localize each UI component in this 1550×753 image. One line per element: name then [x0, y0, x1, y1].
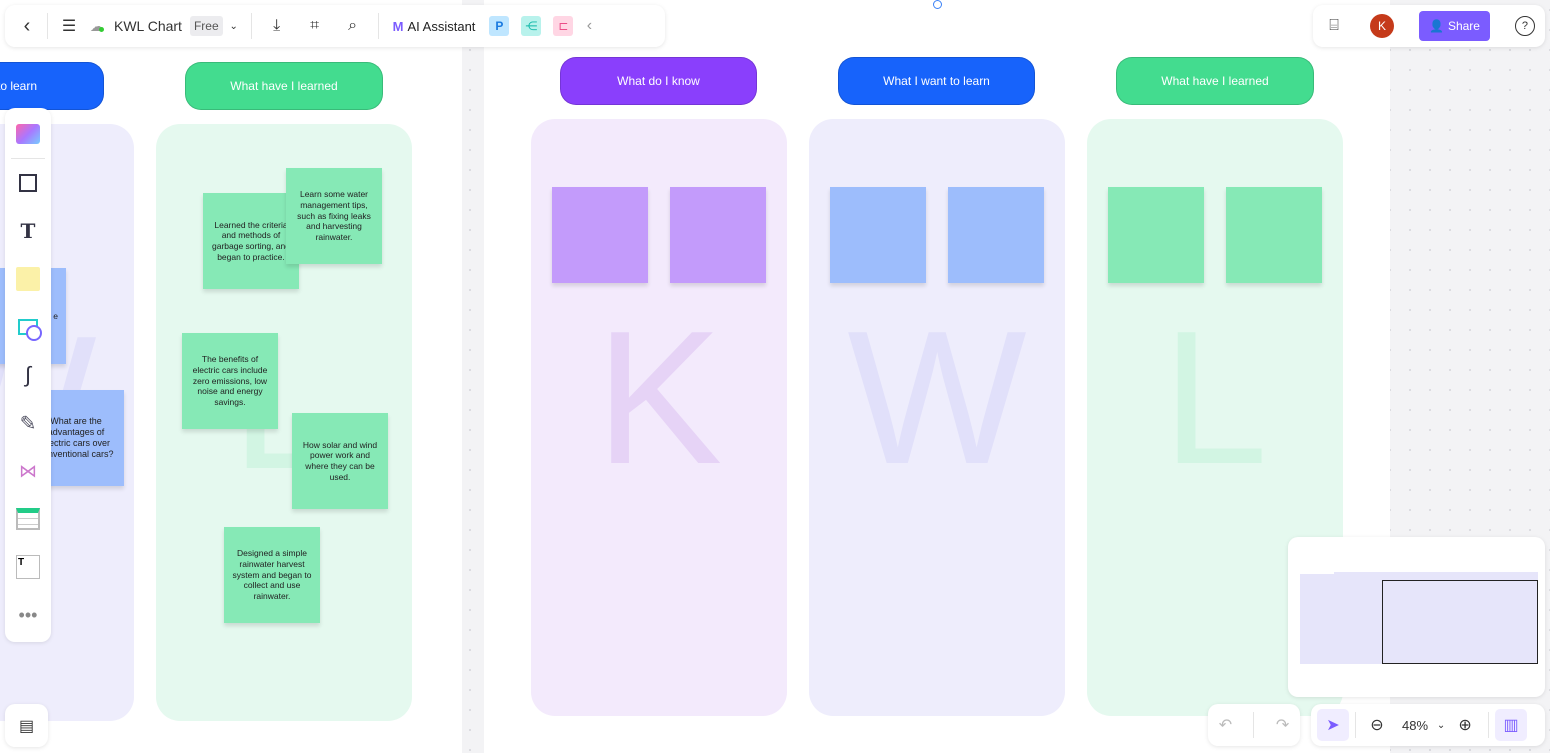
top-toolbar: ‹ ☰ ☁ KWL Chart Free ⌄ ⤓ ⌗ ⌕ M AI Assist…	[5, 5, 665, 47]
outline-button[interactable]: ▤	[5, 704, 48, 747]
connector-icon[interactable]: ∫	[13, 360, 43, 390]
shapes-icon[interactable]	[13, 312, 43, 342]
ai-logo-icon: M	[392, 18, 404, 34]
sticky-note[interactable]: How solar and wind power work and where …	[292, 413, 388, 509]
header-want[interactable]: What I want to learn	[838, 57, 1035, 105]
toolbox-icon[interactable]: ⌸	[1323, 17, 1345, 35]
p-app-icon[interactable]: P	[489, 16, 510, 36]
mindmap-icon[interactable]: ⋈	[13, 456, 43, 486]
history-controls: ↶ ↷	[1208, 704, 1300, 746]
redo-icon[interactable]: ↷	[1276, 715, 1289, 735]
frame-icon[interactable]	[13, 168, 43, 198]
templates-icon[interactable]	[13, 119, 43, 149]
zoom-out-icon[interactable]: ⊖	[1362, 715, 1392, 735]
header-learned[interactable]: What have I learned	[1116, 57, 1314, 105]
outline-icon: ▤	[18, 717, 35, 735]
letter-l: L	[1162, 292, 1268, 504]
sticky-note[interactable]	[830, 187, 926, 283]
cloud-icon: ☁	[90, 17, 104, 34]
sticky-note-icon[interactable]	[13, 264, 43, 294]
tag-icon[interactable]: ⌗	[296, 17, 334, 35]
ai-assistant-button[interactable]: M AI Assistant	[393, 19, 476, 34]
header-have-learned[interactable]: What have I learned	[185, 62, 383, 110]
sticky-note[interactable]	[552, 187, 648, 283]
sticky-note[interactable]	[670, 187, 766, 283]
sticky-note[interactable]	[1108, 187, 1204, 283]
pen-icon[interactable]: ✎	[13, 408, 43, 438]
zoom-level[interactable]: 48%	[1402, 718, 1428, 733]
sticky-note[interactable]: Learn some water management tips, such a…	[286, 168, 382, 264]
text-icon[interactable]: T	[13, 216, 43, 246]
zoom-in-icon[interactable]: ⊕	[1448, 715, 1482, 735]
zoom-dropdown-icon[interactable]: ⌄	[1434, 720, 1448, 731]
sticky-note[interactable]	[1226, 187, 1322, 283]
mindmap-app-icon[interactable]: ⋲	[521, 16, 542, 36]
plan-badge: Free	[189, 16, 223, 36]
column-w: W	[809, 119, 1065, 716]
share-label: Share	[1447, 19, 1480, 33]
main-frame: What do I know What I want to learn What…	[484, 0, 1390, 753]
top-right-toolbar: ⌸ K 👤 Share ?	[1313, 5, 1545, 47]
minimap[interactable]	[1288, 537, 1545, 697]
select-tool-icon[interactable]: ➤	[1317, 709, 1349, 741]
undo-icon[interactable]: ↶	[1219, 715, 1232, 735]
back-icon[interactable]: ‹	[13, 15, 41, 38]
help-icon[interactable]: ?	[1514, 16, 1535, 36]
user-add-icon: 👤	[1429, 19, 1444, 33]
sticky-note[interactable]: Designed a simple rainwater harvest syst…	[224, 527, 320, 623]
column-k: K	[531, 119, 787, 716]
header-know[interactable]: What do I know	[560, 57, 757, 105]
sticky-note[interactable]	[948, 187, 1044, 283]
sticky-note[interactable]: Learned the criteria and methods of garb…	[203, 193, 299, 289]
menu-icon[interactable]: ☰	[54, 16, 84, 36]
download-icon[interactable]: ⤓	[258, 17, 296, 35]
map-icon[interactable]: ▥	[1495, 709, 1528, 741]
chevron-down-icon[interactable]: ⌄	[223, 21, 245, 32]
minimap-viewport[interactable]	[1382, 580, 1538, 664]
ai-assistant-label: AI Assistant	[407, 18, 476, 34]
table-icon[interactable]	[13, 504, 43, 534]
document-title[interactable]: KWL Chart	[114, 18, 182, 34]
zoom-controls: ➤ ⊖ 48% ⌄ ⊕ ▥	[1311, 704, 1545, 746]
avatar[interactable]: K	[1370, 14, 1394, 38]
selection-handle[interactable]	[933, 0, 942, 9]
text-block-icon[interactable]: T	[13, 552, 43, 582]
sticky-note[interactable]: The benefits of electric cars include ze…	[182, 333, 278, 429]
header-want-to-learn[interactable]: ant to learn	[0, 62, 104, 110]
search-icon[interactable]: ⌕	[334, 17, 372, 35]
flowchart-app-icon[interactable]: ⊏	[553, 16, 574, 36]
collapse-icon[interactable]: ‹	[579, 17, 599, 35]
letter-w: W	[847, 292, 1027, 504]
left-frame: ant to learn What have I learned W L e W…	[0, 0, 462, 753]
share-button[interactable]: 👤 Share	[1419, 11, 1490, 41]
left-toolbar: T ∫ ✎ ⋈ T •••	[5, 108, 51, 642]
more-icon[interactable]: •••	[13, 600, 43, 630]
letter-k: K	[595, 292, 723, 504]
